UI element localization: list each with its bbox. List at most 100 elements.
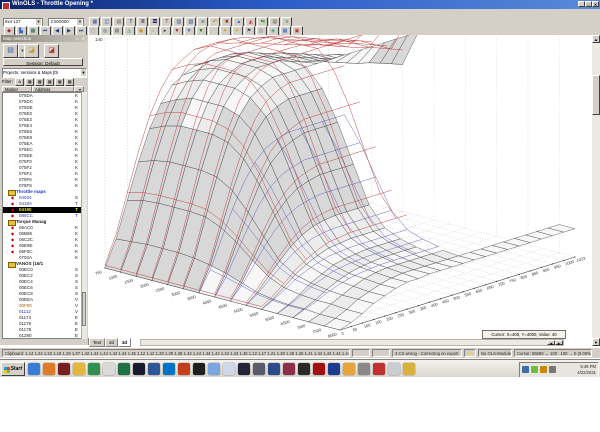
tray-volume-icon[interactable] [522, 366, 529, 373]
filter-button-4[interactable]: ▦ [55, 78, 65, 86]
pedal-axis-label: 500 [453, 294, 462, 301]
start-button[interactable]: Start [1, 362, 25, 376]
taskbar-notes-icon[interactable] [223, 363, 235, 375]
status-bar: Clipboard: 1.14 1.24 1.22 1.19 1.29 1.37… [0, 347, 600, 358]
filter-button-3[interactable]: ▦ [45, 78, 55, 86]
rpm-axis-label: 2000 [139, 281, 150, 289]
taskbar-gimp-icon[interactable] [358, 363, 370, 375]
panel-title-bar[interactable]: Map selection ▪ ✕ [1, 35, 87, 42]
taskbar: Start 5:46 PM 4/22/2021 [0, 359, 600, 378]
taskbar-app-dark-red-icon[interactable] [58, 363, 70, 375]
rpm-axis-label: 8000 [327, 331, 338, 338]
tray-usb-icon[interactable] [549, 366, 556, 373]
rpm-axis-label: 1000 [108, 273, 119, 281]
pedal-axis-label: 1023 [576, 255, 587, 263]
taskbar-chrome-canary-icon[interactable] [103, 363, 115, 375]
taskbar-media-dark-icon[interactable] [238, 363, 250, 375]
scroll-down-icon[interactable]: ▼ [592, 338, 600, 346]
taskbar-word-icon[interactable] [148, 363, 160, 375]
filter-button-0[interactable]: A [15, 78, 25, 86]
title-bar[interactable]: WinOLS - Throttle Opening * _ □ ✕ [0, 0, 600, 10]
filter-button-2[interactable]: ▦ [35, 78, 45, 86]
filter-button-5[interactable]: ▦ [65, 78, 75, 86]
pedal-axis-label: 750 [509, 277, 518, 284]
tray-network-icon[interactable] [531, 366, 538, 373]
taskbar-folder-icon[interactable] [403, 363, 415, 375]
rpm-axis-label: 4000 [202, 298, 213, 306]
taskbar-drive-icon[interactable] [88, 363, 100, 375]
system-tray: 5:46 PM 4/22/2021 [519, 362, 599, 378]
rpm-axis-label: 3500 [186, 294, 197, 302]
rpm-axis-label: 6500 [280, 319, 291, 327]
chevron-down-icon: ▼ [77, 19, 83, 25]
taskbar-ie-icon[interactable] [28, 363, 40, 375]
panel-button-0[interactable]: ▤ [3, 44, 18, 58]
pin-icon[interactable]: ▪ [77, 35, 78, 42]
pedal-axis-label: 650 [486, 284, 495, 291]
tray-shield-icon[interactable] [540, 366, 547, 373]
close-icon[interactable]: ✕ [592, 1, 599, 7]
tab-3d[interactable]: 3d [117, 338, 132, 347]
pedal-axis-label: 200 [386, 315, 395, 322]
scrollbar-thumb[interactable] [592, 75, 600, 115]
taskbar-wrench-icon[interactable] [388, 363, 400, 375]
status-warning-icon: ⚡ [464, 349, 476, 357]
panel-button-3[interactable]: ◪ [44, 44, 59, 58]
pedal-axis-label: 950 [553, 263, 562, 270]
rpm-axis-label: 2500 [155, 285, 166, 293]
pedal-axis-label: 250 [397, 312, 406, 319]
taskbar-chrome-icon[interactable] [73, 363, 85, 375]
taskbar-excel-x-icon[interactable] [178, 363, 190, 375]
taskbar-photo-icon[interactable] [283, 363, 295, 375]
taskbar-power-icon[interactable] [298, 363, 310, 375]
minimize-icon[interactable]: _ [578, 1, 585, 7]
panel-button-2[interactable]: ◪ [24, 44, 39, 58]
rpm-axis-label: 4500 [218, 302, 229, 310]
taskbar-clock[interactable]: 5:46 PM 4/22/2021 [577, 364, 596, 375]
rpm-axis-label: 7000 [296, 323, 307, 331]
map-selection-panel: Map selection ▪ ✕ Session: Default Proje… [0, 35, 89, 345]
rpm-axis-label: 5500 [249, 310, 260, 318]
taskbar-terminal-icon[interactable] [193, 363, 205, 375]
session-button[interactable]: Session: Default [3, 58, 83, 66]
pedal-axis-label: 700 [497, 280, 506, 287]
map-list-scrollbar[interactable] [81, 92, 87, 339]
chart-horizontal-scrollbar[interactable]: ◄ ► [140, 339, 564, 346]
taskbar-security-icon[interactable] [313, 363, 325, 375]
tab-text[interactable]: Text [89, 338, 106, 347]
taskbar-firefox-icon[interactable] [328, 363, 340, 375]
maximize-icon[interactable]: □ [585, 1, 592, 7]
pedal-axis-label: 550 [464, 291, 473, 298]
taskbar-car-app-icon[interactable] [253, 363, 265, 375]
scrollbar-thumb[interactable] [82, 292, 86, 326]
taskbar-explorer-icon[interactable] [208, 363, 220, 375]
filter-button-1[interactable]: ▦ [25, 78, 35, 86]
map-type-flag: E [74, 333, 78, 338]
rpm-axis-label: 6000 [265, 314, 276, 322]
view-tabs: Text 2d 3d [89, 338, 132, 347]
taskbar-tool-red-icon[interactable] [373, 363, 385, 375]
chart-vertical-scrollbar[interactable]: ▲ ▼ [592, 35, 600, 346]
3d-map-view[interactable]: 8000 7500 7000 6500 6000 5500 5000 4500 4000 3500… [88, 35, 592, 338]
taskbar-media-player-icon[interactable] [43, 363, 55, 375]
scroll-up-icon[interactable]: ▲ [592, 35, 600, 43]
rpm-axis-label: 3000 [171, 290, 182, 298]
status-checksum-warning: 3 CS wrong - Correcting on export [392, 349, 462, 357]
taskbar-phone-icon[interactable] [133, 363, 145, 375]
windows-flag-icon [4, 367, 10, 373]
taskbar-winols-icon[interactable] [268, 363, 280, 375]
rpm-axis-label: 7500 [312, 327, 323, 335]
taskbar-outlook-icon[interactable] [163, 363, 175, 375]
panel-close-icon[interactable]: ✕ [82, 35, 85, 42]
map-row[interactable]: 01280 E [3, 333, 85, 338]
scroll-left-icon[interactable]: ◄ [547, 340, 555, 346]
scope-combo[interactable]: Projects, Versions & Maps [Di ▼ [2, 68, 87, 78]
resize-grip[interactable]: ⋰ [594, 351, 599, 357]
taskbar-excel-icon[interactable] [118, 363, 130, 375]
map-list[interactable]: 075DA K 075DC K 075DE K 075E0 K 075E2 K 075E4 K 075E… [2, 92, 86, 339]
scroll-right-icon[interactable]: ► [555, 340, 563, 346]
pedal-axis-label: 900 [542, 266, 551, 273]
taskbar-chrome-beta-icon[interactable] [343, 363, 355, 375]
tab-2d[interactable]: 2d [105, 338, 118, 347]
status-clipboard: Clipboard: 1.14 1.24 1.22 1.19 1.29 1.37… [2, 349, 350, 357]
